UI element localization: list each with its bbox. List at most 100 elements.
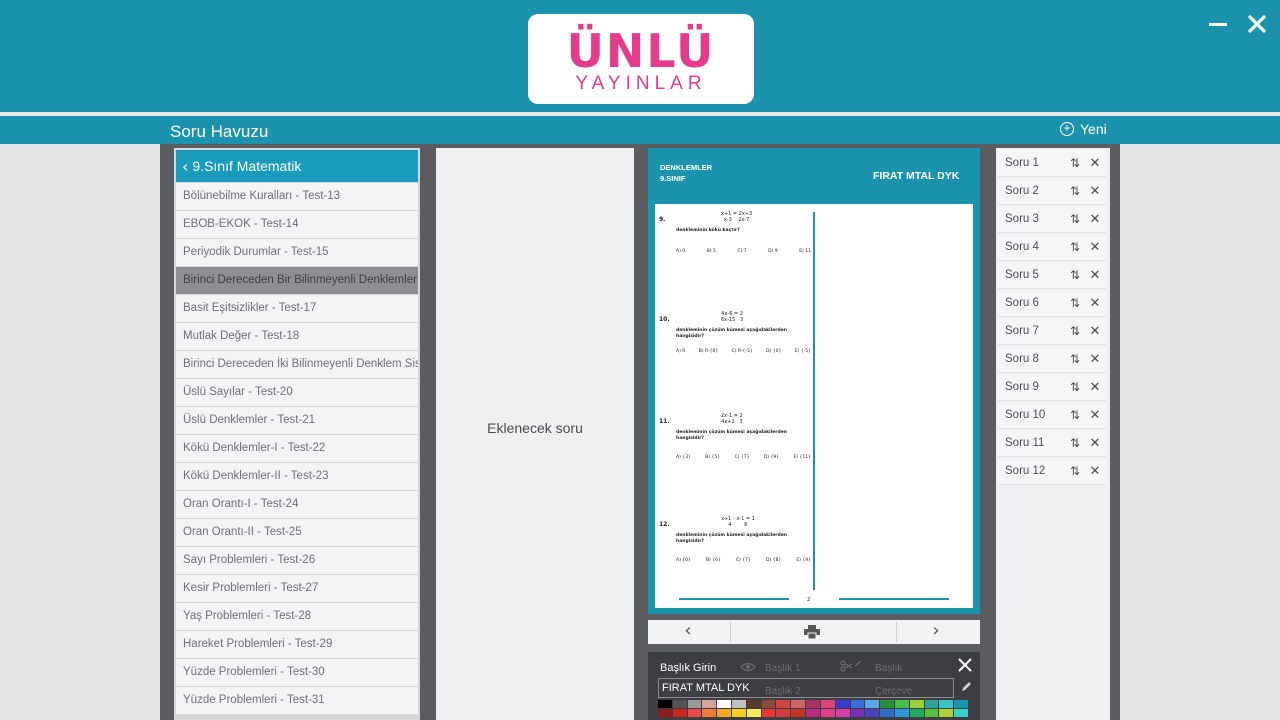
color-swatch[interactable] xyxy=(909,709,924,717)
sort-icon[interactable]: ⇅ xyxy=(1068,430,1082,457)
print-button[interactable] xyxy=(804,625,820,640)
color-swatch[interactable] xyxy=(717,709,732,717)
color-swatch[interactable] xyxy=(865,700,880,708)
topic-item[interactable]: Üslü Denklemler - Test-21 xyxy=(176,407,418,434)
color-swatch[interactable] xyxy=(894,709,909,717)
question-list-item[interactable]: Soru 2 ⇅ ✕ xyxy=(998,178,1106,205)
color-swatch[interactable] xyxy=(732,709,746,717)
question-list-item[interactable]: Soru 10 ⇅ ✕ xyxy=(998,402,1106,429)
question-list-item[interactable]: Soru 12 ⇅ ✕ xyxy=(998,458,1106,485)
topic-item[interactable]: Kökü Denklemler-II - Test-23 xyxy=(176,463,418,490)
sort-icon[interactable]: ⇅ xyxy=(1068,374,1082,401)
delete-icon[interactable]: ✕ xyxy=(1088,262,1102,289)
topic-item[interactable]: Üslü Sayılar - Test-20 xyxy=(176,379,418,406)
delete-icon[interactable]: ✕ xyxy=(1088,458,1102,485)
delete-icon[interactable]: ✕ xyxy=(1088,234,1102,261)
color-swatch[interactable] xyxy=(806,700,820,708)
color-swatch[interactable] xyxy=(954,700,968,708)
previous-page-button[interactable]: ‹ xyxy=(676,620,700,644)
delete-icon[interactable]: ✕ xyxy=(1088,150,1102,177)
sort-icon[interactable]: ⇅ xyxy=(1068,234,1082,261)
topic-item[interactable]: EBOB-EKOK - Test-14 xyxy=(176,211,418,238)
color-swatch[interactable] xyxy=(761,700,776,708)
delete-icon[interactable]: ✕ xyxy=(1088,318,1102,345)
sort-icon[interactable]: ⇅ xyxy=(1068,290,1082,317)
color-swatch[interactable] xyxy=(909,700,924,708)
back-button[interactable]: ‹ 9.Sınıf Matematik xyxy=(176,150,418,182)
topic-item[interactable]: Kesir Problemleri - Test-27 xyxy=(176,575,418,602)
title-editor-close-button[interactable] xyxy=(954,654,976,676)
color-swatch[interactable] xyxy=(806,709,820,717)
color-swatch[interactable] xyxy=(761,709,776,717)
title-input[interactable] xyxy=(658,678,954,698)
topic-item[interactable]: Mutlak Değer - Test-18 xyxy=(176,323,418,350)
sort-icon[interactable]: ⇅ xyxy=(1068,262,1082,289)
color-swatch[interactable] xyxy=(791,709,806,717)
topic-item[interactable]: Kökü Denklemler-I - Test-22 xyxy=(176,435,418,462)
color-swatch[interactable] xyxy=(939,709,954,717)
question-list-item[interactable]: Soru 6 ⇅ ✕ xyxy=(998,290,1106,317)
topic-item[interactable]: Birinci Dereceden Bir Bilinmeyenli Denkl… xyxy=(176,267,418,294)
color-swatch[interactable] xyxy=(776,700,791,708)
color-swatch[interactable] xyxy=(820,709,835,717)
color-swatch[interactable] xyxy=(791,700,806,708)
color-swatch[interactable] xyxy=(939,700,954,708)
new-button[interactable]: + Yeni xyxy=(1060,121,1107,137)
color-swatch[interactable] xyxy=(820,700,835,708)
color-swatch[interactable] xyxy=(924,700,939,708)
topic-item[interactable]: Oran Orantı-II - Test-25 xyxy=(176,519,418,546)
color-swatch[interactable] xyxy=(702,709,717,717)
delete-icon[interactable]: ✕ xyxy=(1088,346,1102,373)
delete-icon[interactable]: ✕ xyxy=(1088,374,1102,401)
color-swatch[interactable] xyxy=(880,709,894,717)
minimize-button[interactable] xyxy=(1203,10,1233,40)
pencil-icon[interactable] xyxy=(960,681,972,693)
color-swatch[interactable] xyxy=(717,700,732,708)
color-swatch[interactable] xyxy=(702,700,717,708)
delete-icon[interactable]: ✕ xyxy=(1088,206,1102,233)
eye-icon[interactable] xyxy=(740,662,756,672)
sort-icon[interactable]: ⇅ xyxy=(1068,178,1082,205)
title-option-2[interactable]: Başlık xyxy=(875,663,902,674)
scissors-icon[interactable] xyxy=(840,660,862,672)
color-swatch[interactable] xyxy=(954,709,968,717)
topic-item[interactable]: Periyodik Durumlar - Test-15 xyxy=(176,239,418,266)
topic-item[interactable]: Sayı Problemleri - Test-26 xyxy=(176,547,418,574)
question-list-item[interactable]: Soru 3 ⇅ ✕ xyxy=(998,206,1106,233)
next-page-button[interactable]: › xyxy=(924,620,948,644)
title-option-1[interactable]: Başlık 1 xyxy=(765,663,801,674)
topic-item[interactable]: Bölünebilme Kuralları - Test-13 xyxy=(176,183,418,210)
question-list-item[interactable]: Soru 8 ⇅ ✕ xyxy=(998,346,1106,373)
delete-icon[interactable]: ✕ xyxy=(1088,178,1102,205)
color-swatch[interactable] xyxy=(672,709,687,717)
color-swatch[interactable] xyxy=(732,700,746,708)
sort-icon[interactable]: ⇅ xyxy=(1068,402,1082,429)
topic-item[interactable]: Hareket Problemleri - Test-29 xyxy=(176,631,418,658)
color-swatch[interactable] xyxy=(894,700,909,708)
color-swatch[interactable] xyxy=(658,709,672,717)
color-swatch[interactable] xyxy=(687,709,702,717)
question-list-item[interactable]: Soru 4 ⇅ ✕ xyxy=(998,234,1106,261)
color-swatch[interactable] xyxy=(850,700,865,708)
color-swatch[interactable] xyxy=(687,700,702,708)
delete-icon[interactable]: ✕ xyxy=(1088,402,1102,429)
close-button[interactable] xyxy=(1242,10,1272,40)
color-swatch[interactable] xyxy=(746,700,761,708)
question-list-item[interactable]: Soru 5 ⇅ ✕ xyxy=(998,262,1106,289)
sort-icon[interactable]: ⇅ xyxy=(1068,150,1082,177)
color-swatch[interactable] xyxy=(746,709,761,717)
topic-item[interactable]: Yüzde Problemleri - Test-30 xyxy=(176,659,418,686)
question-list-item[interactable]: Soru 1 ⇅ ✕ xyxy=(998,150,1106,177)
color-swatch[interactable] xyxy=(850,709,865,717)
color-swatch[interactable] xyxy=(672,700,687,708)
sort-icon[interactable]: ⇅ xyxy=(1068,318,1082,345)
color-swatch[interactable] xyxy=(835,700,850,708)
topic-item[interactable]: Yaş Problemleri - Test-28 xyxy=(176,603,418,630)
question-list-item[interactable]: Soru 9 ⇅ ✕ xyxy=(998,374,1106,401)
topic-item[interactable]: Birinci Dereceden İki Bilinmeyenli Denkl… xyxy=(176,351,418,378)
question-list-item[interactable]: Soru 11 ⇅ ✕ xyxy=(998,430,1106,457)
question-list-item[interactable]: Soru 7 ⇅ ✕ xyxy=(998,318,1106,345)
color-swatch[interactable] xyxy=(924,709,939,717)
delete-icon[interactable]: ✕ xyxy=(1088,430,1102,457)
color-swatch[interactable] xyxy=(835,709,850,717)
